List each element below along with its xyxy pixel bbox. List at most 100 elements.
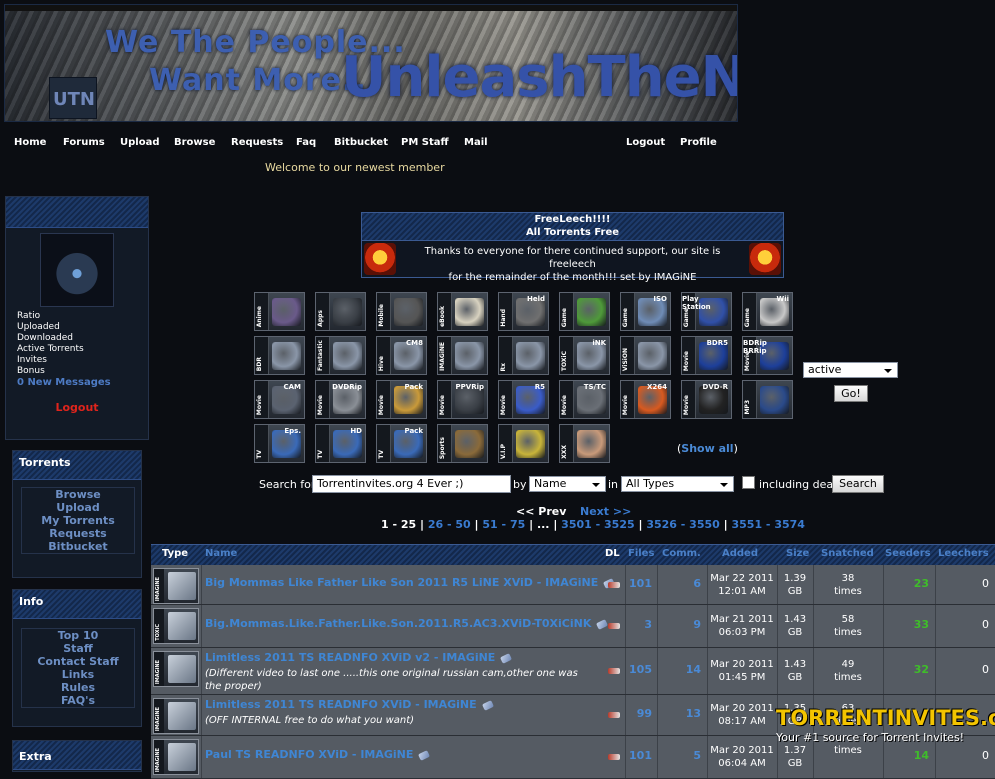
panel-link-staff[interactable]: Staff (22, 642, 134, 655)
panel-link-contact-staff[interactable]: Contact Staff (22, 655, 134, 668)
download-icon[interactable] (608, 582, 620, 588)
col-added[interactable]: Added (722, 548, 758, 559)
download-icon[interactable] (608, 668, 620, 674)
nav-bitbucket[interactable]: Bitbucket (334, 137, 388, 148)
leechers-count[interactable]: 0 (935, 749, 989, 762)
category-r5[interactable]: Movie R5 (498, 380, 549, 419)
snatched-count[interactable]: 38 (813, 572, 883, 585)
torrent-name[interactable]: Paul TS READNFO XViD - IMAGiNE (205, 748, 431, 761)
nav-pm-staff[interactable]: PM Staff (401, 137, 449, 148)
category-ppv[interactable]: Movie PPVRip (437, 380, 488, 419)
panel-link-faqs[interactable]: FAQ's (22, 694, 134, 707)
category-bdr5[interactable]: Movie BDR5 (681, 336, 732, 375)
download-icon[interactable] (608, 754, 620, 760)
category-bdr[interactable]: BDR (254, 336, 305, 375)
col-type[interactable]: Type (162, 548, 188, 559)
category-x264[interactable]: Movie X264 (620, 380, 671, 419)
panel-link-bitbucket[interactable]: Bitbucket (22, 540, 134, 553)
comments-count[interactable]: 6 (657, 577, 701, 590)
leechers-count[interactable]: 0 (935, 618, 989, 631)
seeders-count[interactable]: 23 (883, 577, 929, 590)
status-select[interactable]: active (803, 362, 898, 378)
include-dead-checkbox[interactable] (742, 476, 755, 489)
category-sports[interactable]: Sports (437, 424, 488, 463)
category-vip[interactable]: V.I.P (498, 424, 549, 463)
panel-link-upload[interactable]: Upload (22, 501, 134, 514)
torrent-name[interactable]: Limitless 2011 TS READNFO XViD - IMAGiNE (205, 698, 494, 711)
col-files[interactable]: Files (628, 548, 654, 559)
comments-count[interactable]: 13 (657, 707, 701, 720)
category-pack[interactable]: Movie Pack (376, 380, 427, 419)
show-all-link[interactable]: Show all (681, 442, 733, 455)
page-link[interactable]: 51 - 75 (482, 518, 525, 531)
category-xxx[interactable]: XXX (559, 424, 610, 463)
category-fantastic[interactable]: Fantastic (315, 336, 366, 375)
prev-link[interactable]: << Prev (516, 505, 566, 518)
torrent-type-icon[interactable]: IMAGiNE (153, 568, 199, 604)
category-playstation[interactable]: Game Play Station (681, 292, 732, 331)
files-count[interactable]: 3 (625, 618, 652, 631)
comments-count[interactable]: 14 (657, 663, 701, 676)
seeders-count[interactable]: 32 (883, 663, 929, 676)
nav-browse[interactable]: Browse (174, 137, 215, 148)
files-count[interactable]: 99 (625, 707, 652, 720)
comments-count[interactable]: 9 (657, 618, 701, 631)
page-link[interactable]: 26 - 50 (428, 518, 471, 531)
col-seeders[interactable]: Seeders (885, 548, 931, 559)
category-hive-cm8[interactable]: Hive CM8 (376, 336, 427, 375)
category-tv-hd[interactable]: TV HD (315, 424, 366, 463)
category-anime[interactable]: Anime (254, 292, 305, 331)
comments-count[interactable]: 5 (657, 749, 701, 762)
panel-link-top-10[interactable]: Top 10 (22, 629, 134, 642)
category-camera[interactable]: Movie CAM (254, 380, 305, 419)
nav-upload[interactable]: Upload (120, 137, 159, 148)
category-vision[interactable]: ViSiON (620, 336, 671, 375)
category-handheld[interactable]: Hand Held (498, 292, 549, 331)
col-name[interactable]: Name (205, 548, 237, 559)
search-by-select[interactable]: Name (529, 476, 606, 492)
leechers-count[interactable]: 0 (935, 577, 989, 590)
panel-link-rules[interactable]: Rules (22, 681, 134, 694)
category-apps[interactable]: Apps (315, 292, 366, 331)
category-bdrip[interactable]: Movie BDRip BRRip (742, 336, 793, 375)
seeders-count[interactable]: 14 (883, 749, 929, 762)
torrent-name[interactable]: Big Mommas Like Father Like Son 2011 R5 … (205, 576, 616, 589)
nav-faq[interactable]: Faq (296, 137, 316, 148)
category-mp3[interactable]: MP3 (742, 380, 793, 419)
category-game-iso[interactable]: Game ISO (620, 292, 671, 331)
col-size[interactable]: Size (786, 548, 809, 559)
torrent-type-icon[interactable]: IMAGiNE (153, 698, 199, 734)
nav-logout[interactable]: Logout (626, 137, 665, 148)
panel-link-links[interactable]: Links (22, 668, 134, 681)
search-button[interactable]: Search (832, 475, 884, 493)
torrent-type-icon[interactable]: IMAGiNE (153, 739, 199, 775)
category-dvdrip[interactable]: Movie DVDRip (315, 380, 366, 419)
torrent-name[interactable]: Big.Mommas.Like.Father.Like.Son.2011.R5.… (205, 617, 609, 630)
seeders-count[interactable]: 33 (883, 618, 929, 631)
files-count[interactable]: 101 (625, 577, 652, 590)
category-wii[interactable]: Game Wii (742, 292, 793, 331)
category-rx[interactable]: Rx (498, 336, 549, 375)
torrent-name[interactable]: Limitless 2011 TS READNFO XViD v2 - IMAG… (205, 651, 513, 664)
files-count[interactable]: 105 (625, 663, 652, 676)
category-dvdr[interactable]: Movie DVD-R (681, 380, 732, 419)
page-link[interactable]: 3551 - 3574 (731, 518, 804, 531)
logout-link[interactable]: Logout (6, 401, 148, 414)
col-leechers[interactable]: Leechers (938, 548, 989, 559)
nav-mail[interactable]: Mail (464, 137, 488, 148)
col-comments[interactable]: Comm. (662, 548, 701, 559)
snatched-count[interactable]: 58 (813, 613, 883, 626)
page-link[interactable]: 3526 - 3550 (646, 518, 719, 531)
category-imagine[interactable]: IMAGiNE (437, 336, 488, 375)
nav-requests[interactable]: Requests (231, 137, 283, 148)
torrent-type-icon[interactable]: IMAGiNE (153, 651, 199, 687)
panel-link-requests[interactable]: Requests (22, 527, 134, 540)
files-count[interactable]: 101 (625, 749, 652, 762)
download-icon[interactable] (608, 712, 620, 718)
category-tv-eps[interactable]: TV Eps. (254, 424, 305, 463)
category-toxic-ink[interactable]: TOXiC iNK (559, 336, 610, 375)
messages-link[interactable]: 0 New Messages (17, 377, 111, 389)
category-tstc[interactable]: Movie TS/TC (559, 380, 610, 419)
page-link[interactable]: 3501 - 3525 (561, 518, 634, 531)
panel-link-browse[interactable]: Browse (22, 488, 134, 501)
